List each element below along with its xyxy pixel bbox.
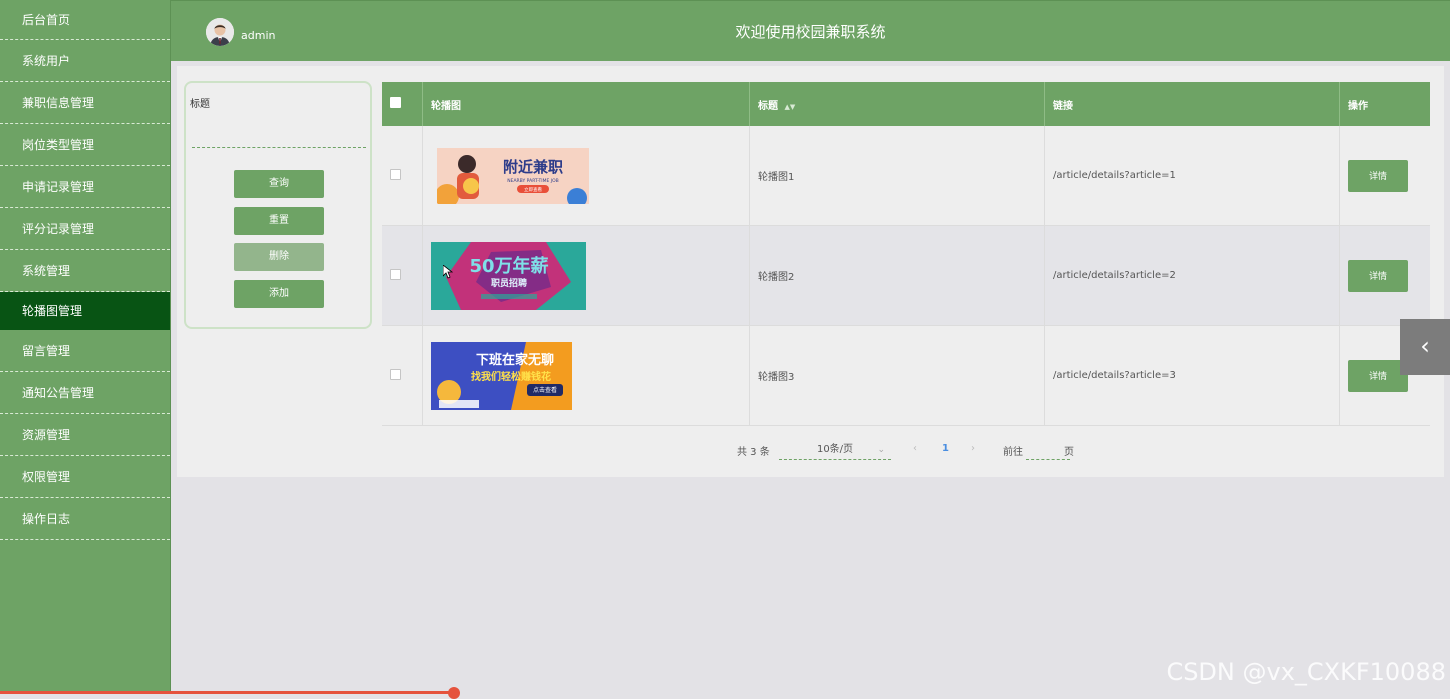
sidebar-item-ratings[interactable]: 评分记录管理 [0, 208, 170, 250]
sidebar-item-carousel[interactable]: 轮播图管理 [0, 292, 170, 330]
carousel-table: 轮播图 标题 ▲▼ 链接 操作 附近兼职 NEARBY PART-TIME JO… [382, 82, 1430, 426]
sidebar-item-system-management[interactable]: 系统管理 [0, 250, 170, 292]
title-search-label: 标题 [190, 99, 210, 110]
link-cell: /article/details?article=2 [1044, 225, 1340, 326]
row-checkbox-cell[interactable] [382, 225, 423, 326]
header-title[interactable]: 标题 ▲▼ [749, 82, 1045, 126]
banner-image-1[interactable]: 附近兼职 NEARBY PART-TIME JOB 立即查看 [437, 147, 589, 204]
table-row: 50万年薪 职员招聘 轮播图2 /article/details?article… [382, 225, 1430, 326]
title-search-input[interactable] [192, 123, 366, 148]
link-cell: /article/details?article=3 [1044, 325, 1340, 426]
detail-button[interactable]: 详情 [1348, 359, 1408, 392]
sort-arrows-icon[interactable]: ▲▼ [784, 103, 795, 111]
svg-text:附近兼职: 附近兼职 [503, 158, 563, 176]
watermark: CSDN @vx_CXKF10088 [1166, 658, 1446, 686]
page-size-select[interactable]: 10条/页 ⌄ [779, 441, 891, 460]
header-action: 操作 [1339, 82, 1430, 126]
collapse-side-tab[interactable]: ‹ [1400, 319, 1450, 375]
page-unit-label: 页 [1064, 447, 1074, 458]
search-panel: 标题 查询 重置 删除 添加 [184, 81, 372, 329]
title-cell: 轮播图3 [749, 325, 1045, 426]
svg-text:点击查看: 点击查看 [533, 386, 557, 394]
mouse-cursor-icon [443, 265, 453, 279]
svg-text:下班在家无聊: 下班在家无聊 [476, 352, 554, 368]
row-checkbox[interactable] [390, 168, 401, 180]
pagination-total: 共 3 条 [737, 447, 770, 458]
row-checkbox[interactable] [390, 368, 401, 380]
banner-cell: 附近兼职 NEARBY PART-TIME JOB 立即查看 [422, 126, 750, 226]
reset-button[interactable]: 重置 [234, 207, 324, 235]
header-select-all[interactable] [382, 82, 423, 126]
row-checkbox[interactable] [390, 268, 401, 280]
row-checkbox-cell[interactable] [382, 126, 423, 226]
sidebar-item-operation-log[interactable]: 操作日志 [0, 498, 170, 540]
sidebar-item-applications[interactable]: 申请记录管理 [0, 166, 170, 208]
delete-button[interactable]: 删除 [234, 243, 324, 271]
banner-cell: 下班在家无聊 找我们轻松赚钱花 点击查看 [422, 325, 750, 426]
sidebar-item-system-users[interactable]: 系统用户 [0, 40, 170, 82]
svg-text:立即查看: 立即查看 [524, 186, 542, 193]
link-cell: /article/details?article=1 [1044, 126, 1340, 226]
detail-button[interactable]: 详情 [1348, 259, 1408, 292]
add-button[interactable]: 添加 [234, 280, 324, 308]
title-cell: 轮播图1 [749, 126, 1045, 226]
sidebar-item-home[interactable]: 后台首页 [0, 0, 170, 40]
current-page[interactable]: 1 [942, 443, 949, 454]
video-progress-handle[interactable] [448, 687, 460, 699]
header-image: 轮播图 [422, 82, 750, 126]
action-cell: 详情 [1339, 225, 1430, 326]
chevron-down-icon: ⌄ [877, 445, 885, 455]
sidebar-item-part-time-info[interactable]: 兼职信息管理 [0, 82, 170, 124]
banner-image-3[interactable]: 下班在家无聊 找我们轻松赚钱花 点击查看 [431, 341, 572, 410]
select-all-checkbox[interactable] [390, 97, 401, 108]
title-cell: 轮播图2 [749, 225, 1045, 326]
detail-button[interactable]: 详情 [1348, 159, 1408, 192]
top-header: admin 欢迎使用校园兼职系统 [171, 0, 1450, 61]
banner-cell: 50万年薪 职员招聘 [422, 225, 750, 326]
svg-text:找我们轻松赚钱花: 找我们轻松赚钱花 [471, 370, 551, 383]
header-title-label: 标题 [758, 100, 778, 112]
table-row: 附近兼职 NEARBY PART-TIME JOB 立即查看 轮播图1 /art… [382, 126, 1430, 226]
sidebar-item-permissions[interactable]: 权限管理 [0, 456, 170, 498]
sidebar-item-job-types[interactable]: 岗位类型管理 [0, 124, 170, 166]
page-size-value: 10条/页 [816, 444, 854, 455]
svg-text:50万年薪: 50万年薪 [469, 255, 548, 277]
sidebar-item-notices[interactable]: 通知公告管理 [0, 372, 170, 414]
row-checkbox-cell[interactable] [382, 325, 423, 426]
table-row: 下班在家无聊 找我们轻松赚钱花 点击查看 轮播图3 /article/detai… [382, 325, 1430, 426]
header-link: 链接 [1044, 82, 1340, 126]
sidebar-item-messages[interactable]: 留言管理 [0, 330, 170, 372]
action-cell: 详情 [1339, 126, 1430, 226]
next-page-icon[interactable]: › [971, 443, 975, 454]
page-title: 欢迎使用校园兼职系统 [735, 23, 886, 41]
sidebar-item-resources[interactable]: 资源管理 [0, 414, 170, 456]
banner-image-2[interactable]: 50万年薪 职员招聘 [431, 241, 586, 310]
svg-text:职员招聘: 职员招聘 [491, 277, 527, 289]
svg-text:NEARBY PART-TIME JOB: NEARBY PART-TIME JOB [507, 178, 558, 184]
goto-label: 前往 [1003, 447, 1023, 458]
query-button[interactable]: 查询 [234, 170, 324, 198]
chevron-left-icon: ‹ [1420, 332, 1430, 360]
prev-page-icon[interactable]: ‹ [913, 443, 917, 454]
sidebar: 后台首页 系统用户 兼职信息管理 岗位类型管理 申请记录管理 评分记录管理 系统… [0, 0, 171, 694]
table-header-row: 轮播图 标题 ▲▼ 链接 操作 [382, 82, 1430, 126]
